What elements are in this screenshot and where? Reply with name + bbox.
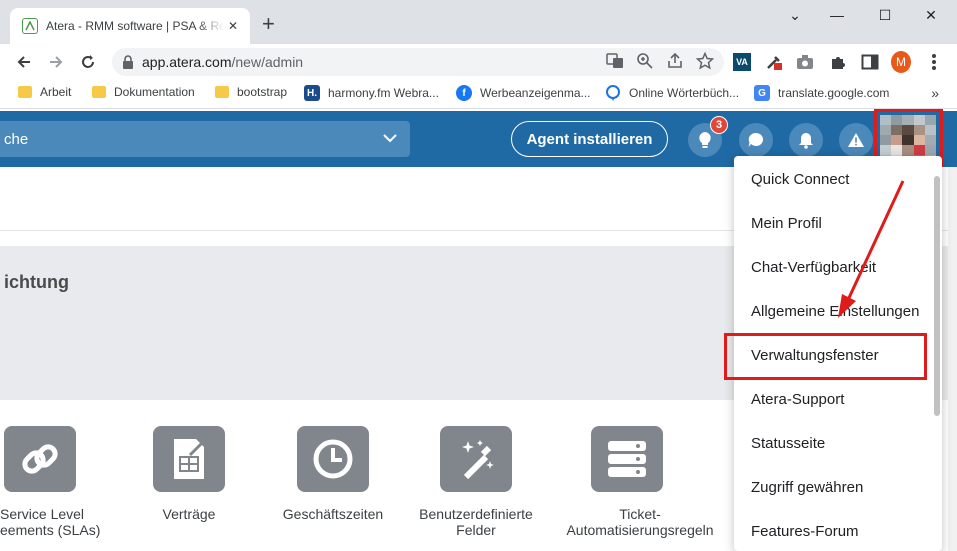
magic-wand-icon [462,440,494,480]
tile-contracts[interactable] [153,426,225,492]
va-extension-icon[interactable]: VA [732,52,752,72]
address-bar[interactable]: app.atera.com/new/admin [112,48,724,76]
menu-item-features-forum[interactable]: Features-Forum [751,523,859,540]
url-text: app.atera.com/new/admin [142,54,304,70]
tile-label-custom-fields: Benutzerdefinierte Felder [419,506,533,538]
menu-item-allgemeine-einstellungen[interactable]: Allgemeine Einstellungen [751,303,919,320]
google-translate-icon: G [754,85,770,101]
maximize-button[interactable]: ☐ [865,4,905,26]
tile-label-business-hours: Geschäftszeiten [282,506,384,522]
menu-item-chat-verfuegbarkeit[interactable]: Chat-Verfügbarkeit [751,259,876,276]
menu-item-atera-support[interactable]: Atera-Support [751,391,844,408]
tile-ticket-rules[interactable] [591,426,663,492]
folder-icon [92,86,106,98]
bookmark-werbeanzeigen[interactable]: f Werbeanzeigenma... [456,85,591,101]
bookmark-arbeit[interactable]: Arbeit [18,85,71,99]
minimize-button[interactable]: — [817,4,857,26]
menu-item-statusseite[interactable]: Statusseite [751,435,825,452]
bookmark-harmony[interactable]: H. harmony.fm Webra... [304,85,439,101]
translate-page-icon[interactable] [606,52,624,70]
close-window-button[interactable]: ✕ [911,4,951,26]
tab-close-icon[interactable]: ✕ [224,19,242,33]
facebook-icon: f [456,85,472,101]
lock-icon[interactable] [122,55,134,69]
atera-favicon-icon [22,18,38,34]
camera-extension-icon[interactable] [795,52,815,72]
menu-item-mein-profil[interactable]: Mein Profil [751,215,822,232]
side-panel-icon[interactable] [860,52,880,72]
reload-icon[interactable] [76,50,100,74]
folder-icon [215,86,229,98]
bookmarks-bar: Arbeit Dokumentation bootstrap H. harmony… [0,79,957,109]
extensions-puzzle-icon[interactable] [828,52,848,72]
bell-icon[interactable] [789,123,823,157]
tile-custom-fields[interactable] [440,426,512,492]
tile-label-ticket-rules: Ticket- Automatisierungsregeln [566,506,714,538]
browser-toolbar: app.atera.com/new/admin VA M [0,44,957,79]
user-dropdown-menu: Quick Connect Mein Profil Chat-Verfügbar… [734,156,942,551]
tab-title: Atera - RMM software | PSA & Re [46,19,224,33]
install-agent-button[interactable]: Agent installieren [511,121,668,157]
bookmarks-more-button[interactable]: » [931,85,939,101]
browser-menu-icon[interactable] [924,52,944,72]
bookmark-star-icon[interactable] [696,52,714,70]
clock-icon [313,439,353,479]
link-chain-icon [22,444,58,474]
notification-badge: 3 [710,116,728,134]
dictionary-icon [605,85,621,101]
bookmark-translate[interactable]: Gtranslate.google.com [754,85,889,101]
alert-warning-icon[interactable] [839,123,873,157]
bookmark-woerterbuch[interactable]: Online Wörterbüch... [605,85,739,101]
search-text: che [4,130,29,148]
share-icon[interactable] [666,52,684,70]
tile-label-sla: Service Level eements (SLAs) [0,506,101,538]
menu-item-quick-connect[interactable]: Quick Connect [751,171,849,188]
server-stack-icon [608,441,646,477]
tile-business-hours[interactable] [297,426,369,492]
page-scrollbar-track[interactable] [948,167,957,551]
eyedropper-extension-icon[interactable] [764,52,784,72]
global-search-dropdown[interactable]: che [0,121,410,157]
tile-label-contracts: Verträge [162,506,216,522]
menu-scrollbar[interactable] [934,176,940,416]
bookmark-dokumentation[interactable]: Dokumentation [92,85,195,99]
chat-icon[interactable] [739,123,773,157]
chevron-down-icon[interactable] [382,130,398,146]
bookmark-bootstrap[interactable]: bootstrap [215,85,287,99]
back-arrow-icon[interactable] [12,50,36,74]
tab-search-button[interactable]: ⌄ [775,4,815,26]
forward-arrow-icon[interactable] [44,50,68,74]
browser-tab[interactable]: Atera - RMM software | PSA & Re ✕ [10,8,250,44]
profile-avatar-icon[interactable]: M [891,51,911,73]
tile-sla[interactable] [4,426,76,492]
folder-icon [18,86,32,98]
zoom-icon[interactable] [636,52,654,70]
contract-document-icon [174,439,204,479]
section-title: ichtung [4,272,69,292]
harmony-icon: H. [304,85,320,101]
menu-item-verwaltungsfenster[interactable]: Verwaltungsfenster [751,347,879,364]
browser-titlebar: Atera - RMM software | PSA & Re ✕ + ⌄ — … [0,0,957,44]
new-tab-button[interactable]: + [262,12,275,36]
menu-item-zugriff-gewaehren[interactable]: Zugriff gewähren [751,479,863,496]
